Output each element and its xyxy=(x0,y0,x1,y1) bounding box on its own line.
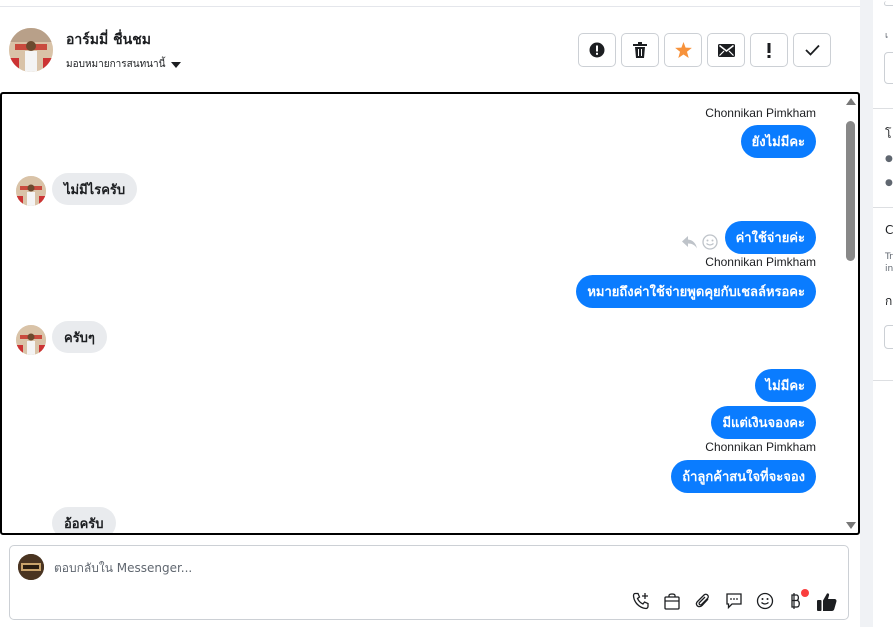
sender-name: Chonnikan Pimkham xyxy=(705,440,816,454)
contact-details-panel: เ โ ● ● C Tr in ก xyxy=(873,0,893,627)
thumbs-up-icon xyxy=(817,592,837,611)
emoji-button[interactable] xyxy=(754,590,776,612)
mark-unread-button[interactable] xyxy=(707,33,745,67)
panel-label: ก xyxy=(885,294,893,308)
exclamation-icon xyxy=(767,42,771,58)
saved-reply-icon xyxy=(726,593,742,610)
contact-avatar-small xyxy=(16,325,46,355)
panel-icon: ● xyxy=(885,154,893,164)
alert-circle-icon xyxy=(589,42,605,58)
panel-subtext: Tr xyxy=(885,252,893,262)
outgoing-message[interactable]: ยังไม่มีคะ xyxy=(740,125,816,158)
outgoing-message[interactable]: หมายถึงค่าใช้จ่ายพูดคุยกับเชลล์หรอคะ xyxy=(576,275,816,308)
message-hover-actions xyxy=(682,234,718,250)
like-button[interactable] xyxy=(816,590,838,612)
incoming-message[interactable]: อ้อครับ xyxy=(52,507,116,533)
sender-name: Chonnikan Pimkham xyxy=(705,255,816,269)
outgoing-message[interactable]: ถ้าลูกค้าสนใจที่จะจอง xyxy=(671,460,816,493)
contact-avatar-small xyxy=(16,176,46,206)
panel-section-title: C xyxy=(885,223,893,237)
panel-dropdown[interactable] xyxy=(884,325,893,349)
follow-up-button[interactable] xyxy=(750,33,788,67)
contact-avatar[interactable] xyxy=(9,28,53,72)
spam-button[interactable] xyxy=(578,33,616,67)
outgoing-message[interactable]: ค่าใช้จ่ายค่ะ xyxy=(724,221,816,254)
contact-name[interactable]: อาร์มมี่ ชื่นชม xyxy=(66,29,151,51)
emoji-reaction-icon xyxy=(702,234,718,250)
assign-conversation-dropdown[interactable]: มอบหมายการสนทนานี้ xyxy=(66,57,182,72)
panel-subtext: in xyxy=(885,264,893,274)
panel-divider xyxy=(873,380,893,381)
shop-button[interactable] xyxy=(661,590,683,612)
panel-gutter xyxy=(860,0,873,627)
payment-button[interactable] xyxy=(785,589,809,612)
outgoing-message[interactable]: ไม่มีคะ xyxy=(754,369,816,402)
assign-label: มอบหมายการสนทนานี้ xyxy=(66,59,166,70)
envelope-icon xyxy=(717,43,735,57)
shopping-bag-icon xyxy=(664,593,680,610)
reply-icon xyxy=(682,235,697,248)
location-icon: ● xyxy=(885,178,893,188)
attach-button[interactable] xyxy=(692,590,714,612)
reply-composer xyxy=(9,545,849,620)
page-avatar xyxy=(18,554,44,580)
panel-subtext: เ xyxy=(885,31,889,41)
delete-button[interactable] xyxy=(621,33,659,67)
messenger-inbox: อาร์มมี่ ชื่นชม มอบหมายการสนทนานี้ Chonn… xyxy=(0,0,893,627)
reply-input[interactable] xyxy=(54,561,654,575)
scroll-down-arrow-icon[interactable] xyxy=(846,522,856,529)
paperclip-icon xyxy=(695,593,709,608)
composer-toolbar xyxy=(630,589,838,612)
caret-down-icon xyxy=(171,61,182,68)
check-icon xyxy=(804,44,820,56)
scroll-up-arrow-icon[interactable] xyxy=(846,98,856,105)
panel-top-box xyxy=(884,1,893,6)
sender-name: Chonnikan Pimkham xyxy=(705,106,816,120)
conversation-actions xyxy=(578,33,831,67)
phone-plus-icon xyxy=(632,592,649,610)
incoming-message[interactable]: ไม่มีไรครับ xyxy=(52,173,138,205)
panel-section-title: โ xyxy=(885,127,892,141)
scroll-thumb[interactable] xyxy=(846,121,855,261)
call-button[interactable] xyxy=(630,590,652,612)
conversation-header: อาร์มมี่ ชื่นชม มอบหมายการสนทนานี้ xyxy=(0,7,860,92)
thread-scrollbar[interactable] xyxy=(844,94,856,533)
panel-input[interactable] xyxy=(884,52,893,84)
emoji-icon xyxy=(756,592,774,610)
star-button[interactable] xyxy=(664,33,702,67)
outgoing-message[interactable]: มีแต่เงินจองคะ xyxy=(711,406,816,439)
panel-divider xyxy=(873,207,893,208)
star-icon xyxy=(674,42,692,58)
trash-icon xyxy=(633,42,647,58)
message-thread[interactable]: Chonnikan Pimkham ยังไม่มีคะ ไม่มีไรครับ… xyxy=(0,92,860,535)
incoming-message[interactable]: ครับๆ xyxy=(52,321,107,353)
panel-divider xyxy=(873,108,893,109)
mark-done-button[interactable] xyxy=(793,33,831,67)
notification-dot xyxy=(801,589,809,597)
saved-replies-button[interactable] xyxy=(723,590,745,612)
